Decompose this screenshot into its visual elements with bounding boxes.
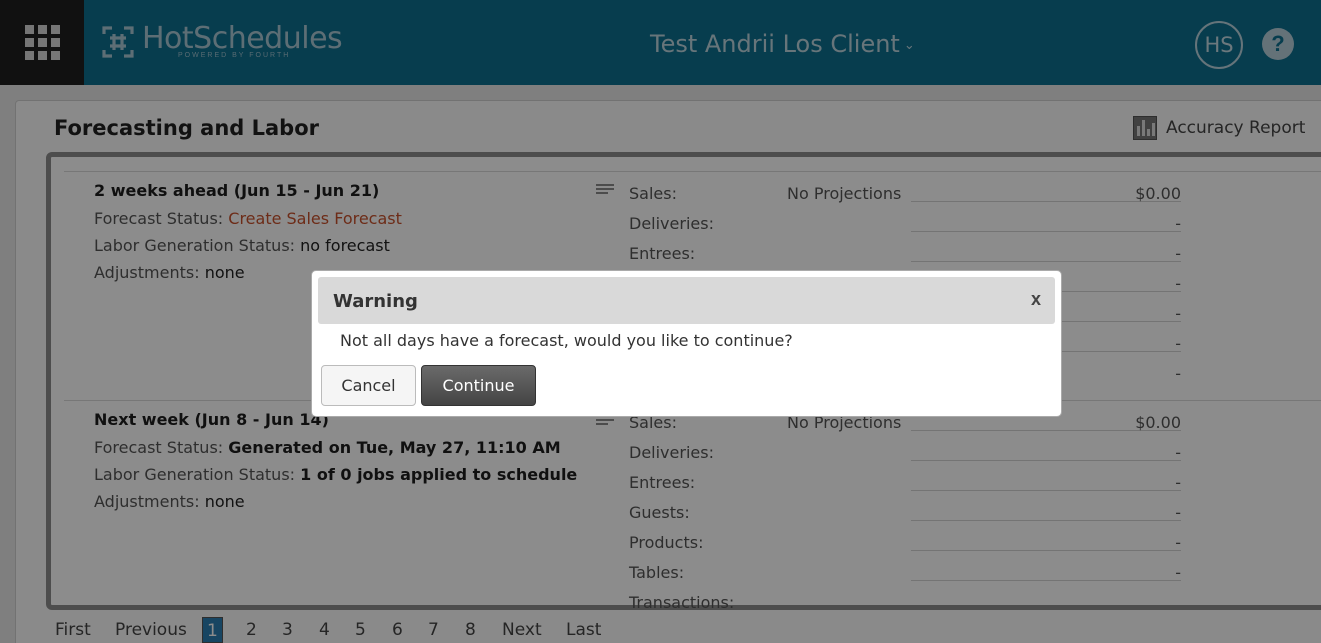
- warning-dialog: Warning x Not all days have a forecast, …: [311, 270, 1062, 417]
- dialog-title: Warning: [333, 291, 418, 312]
- continue-button[interactable]: Continue: [421, 365, 536, 406]
- close-icon[interactable]: x: [1031, 289, 1041, 310]
- dialog-message: Not all days have a forecast, would you …: [340, 331, 793, 350]
- cancel-button[interactable]: Cancel: [321, 365, 416, 406]
- dialog-header: Warning x: [318, 277, 1055, 324]
